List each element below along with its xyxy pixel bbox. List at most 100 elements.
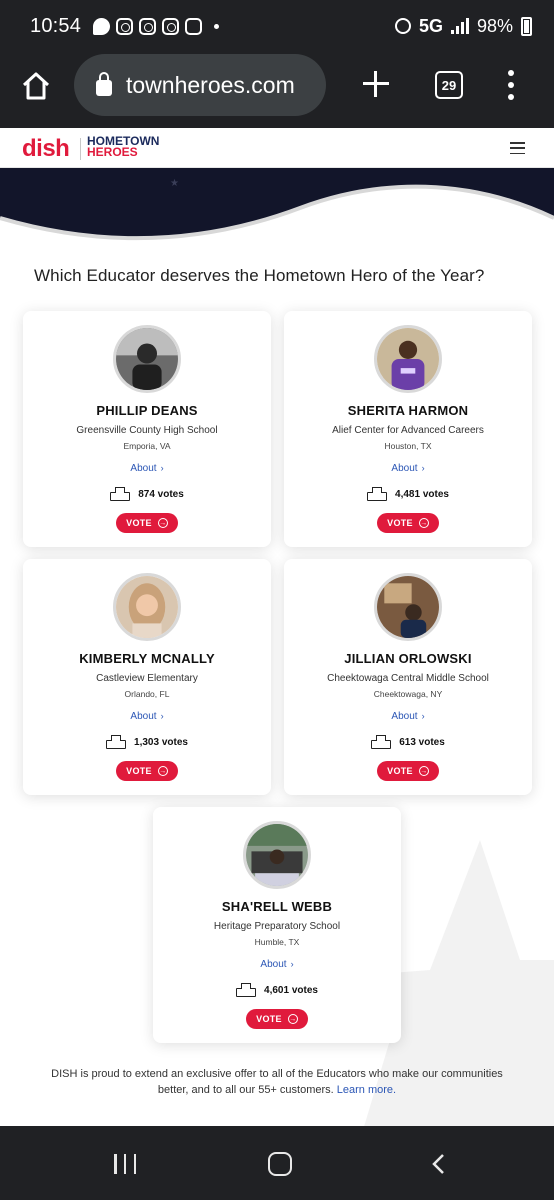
about-link[interactable]: About › <box>284 463 532 474</box>
hamburger-menu-icon[interactable] <box>510 142 525 154</box>
educator-card: SHERITA HARMON Alief Center for Advanced… <box>284 311 532 547</box>
learn-more-link[interactable]: Learn more. <box>337 1084 396 1096</box>
notification-icons <box>93 17 220 35</box>
chevron-right-icon: › <box>421 711 425 721</box>
arrow-right-circle-icon: → <box>157 518 168 528</box>
system-navigation-bar <box>0 1126 554 1200</box>
educator-name: JILLIAN ORLOWSKI <box>344 651 472 666</box>
vote-count-text: 1,303 votes <box>134 736 188 748</box>
url-text: townheroes.com <box>126 71 295 98</box>
vote-label: VOTE <box>387 518 413 528</box>
about-link[interactable]: About › <box>284 711 532 722</box>
educator-name: PHILLIP DEANS <box>96 403 198 418</box>
new-tab-icon[interactable] <box>361 69 391 99</box>
educator-card: SHA'RELL WEBB Heritage Preparatory Schoo… <box>153 807 401 1043</box>
vote-button[interactable]: VOTE → <box>116 513 178 533</box>
ballot-box-icon <box>367 487 388 501</box>
status-bar: 10:54 5G 98% <box>0 0 554 52</box>
svg-text:★: ★ <box>170 178 179 189</box>
educator-school: Alief Center for Advanced Careers <box>332 425 484 436</box>
ballot-box-icon <box>106 735 127 749</box>
logo-line-2: HEROES <box>87 145 138 159</box>
educator-school: Castleview Elementary <box>96 673 198 684</box>
vote-count: 4,481 votes <box>284 487 532 501</box>
home-button-icon[interactable] <box>268 1152 292 1176</box>
vote-label: VOTE <box>387 766 413 776</box>
educator-school: Greensville County High School <box>76 425 218 436</box>
educator-name: SHA'RELL WEBB <box>221 899 333 914</box>
educator-card: PHILLIP DEANS Greensville County High Sc… <box>23 311 271 547</box>
about-link[interactable]: About › <box>153 959 401 970</box>
educator-card: JILLIAN ORLOWSKI Cheektowaga Central Mid… <box>284 559 532 795</box>
educator-city: Cheektowaga, NY <box>373 689 443 699</box>
browser-toolbar: townheroes.com 29 <box>0 52 554 128</box>
chevron-right-icon: › <box>160 463 164 473</box>
hero-banner-wave: ★ <box>0 168 554 241</box>
battery-percent: 98% <box>476 15 513 36</box>
vote-count: 1,303 votes <box>23 735 271 749</box>
status-time: 10:54 <box>30 14 82 37</box>
vote-count-text: 874 votes <box>138 488 184 500</box>
instagram-icon <box>162 17 180 35</box>
vote-label: VOTE <box>126 766 152 776</box>
educator-photo <box>113 573 181 641</box>
educator-school: Heritage Preparatory School <box>213 921 341 932</box>
chevron-right-icon: › <box>290 959 294 969</box>
vote-count-text: 4,601 votes <box>264 984 318 996</box>
arrow-right-circle-icon: → <box>418 518 429 528</box>
recent-apps-icon[interactable] <box>114 1154 136 1174</box>
vote-count-text: 613 votes <box>399 736 445 748</box>
vote-count: 874 votes <box>23 487 271 501</box>
offer-description: DISH is proud to extend an exclusive off… <box>51 1068 503 1096</box>
vote-count: 4,601 votes <box>153 983 401 997</box>
chat-bubble-icon <box>93 17 111 35</box>
vote-button[interactable]: VOTE → <box>377 513 439 533</box>
tab-switcher-button[interactable]: 29 <box>435 71 463 99</box>
vote-count: 613 votes <box>284 735 532 749</box>
slack-icon <box>185 17 203 35</box>
educator-photo <box>374 573 442 641</box>
educator-city: Emporia, VA <box>123 441 171 451</box>
back-icon[interactable] <box>428 1153 450 1175</box>
about-label: About <box>391 711 418 722</box>
hometown-heroes-logo[interactable]: HOMETOWN HEROES <box>87 135 159 159</box>
chevron-right-icon: › <box>160 711 164 721</box>
chevron-right-icon: › <box>421 463 425 473</box>
address-bar[interactable]: townheroes.com <box>74 54 326 116</box>
ballot-box-icon <box>371 735 392 749</box>
vote-button[interactable]: VOTE → <box>377 761 439 781</box>
educator-school: Cheektowaga Central Middle School <box>327 673 489 684</box>
about-label: About <box>130 463 157 474</box>
educator-photo <box>374 325 442 393</box>
educator-name: SHERITA HARMON <box>347 403 469 418</box>
about-link[interactable]: About › <box>23 463 271 474</box>
educator-photo <box>113 325 181 393</box>
ballot-box-icon <box>110 487 131 501</box>
network-type: 5G <box>418 15 443 36</box>
educator-name: KIMBERLY MCNALLY <box>79 651 215 666</box>
educator-photo <box>243 821 311 889</box>
instagram-icon <box>116 17 134 35</box>
about-label: About <box>260 959 287 970</box>
educator-city: Orlando, FL <box>124 689 170 699</box>
lock-icon[interactable] <box>96 72 112 96</box>
alarm-icon <box>394 18 411 34</box>
ballot-box-icon <box>236 983 257 997</box>
arrow-right-circle-icon: → <box>287 1014 298 1024</box>
home-icon[interactable] <box>20 70 52 102</box>
dish-logo[interactable]: dish <box>22 135 70 163</box>
more-notifications-dot <box>214 23 220 29</box>
vote-label: VOTE <box>256 1014 282 1024</box>
arrow-right-circle-icon: → <box>418 766 429 776</box>
browser-menu-icon[interactable] <box>506 70 516 100</box>
vote-label: VOTE <box>126 518 152 528</box>
vote-button[interactable]: VOTE → <box>116 761 178 781</box>
about-link[interactable]: About › <box>23 711 271 722</box>
signal-icon <box>450 18 469 34</box>
vote-button[interactable]: VOTE → <box>246 1009 308 1029</box>
about-label: About <box>130 711 157 722</box>
offer-text: DISH is proud to extend an exclusive off… <box>40 1066 514 1098</box>
vote-count-text: 4,481 votes <box>395 488 449 500</box>
educator-city: Humble, TX <box>254 937 300 947</box>
page-question: Which Educator deserves the Hometown Her… <box>34 266 485 285</box>
